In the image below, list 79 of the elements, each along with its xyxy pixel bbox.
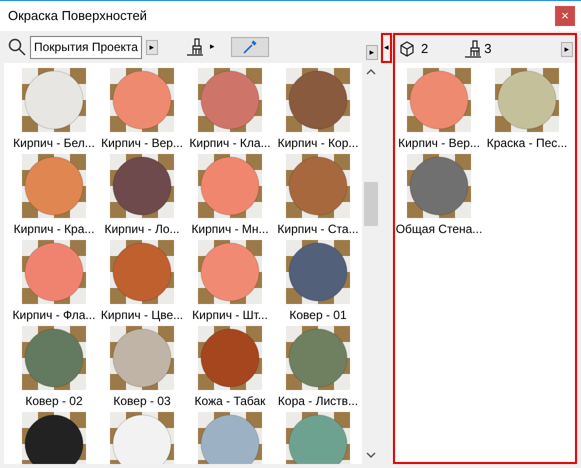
scroll-right-button[interactable]: ▸ (366, 44, 378, 60)
material-preview (110, 412, 174, 464)
material-label: Общая Стена... (396, 221, 482, 237)
material-tile[interactable]: Кирпич - Ста... (274, 154, 362, 237)
material-tile[interactable]: Кирпич - Мн... (186, 154, 274, 237)
material-label: Кирпич - Цве... (100, 307, 184, 323)
material-tile[interactable]: Кирпич - Кла... (186, 68, 274, 151)
brush-menu-arrow[interactable]: ▸ (210, 40, 215, 54)
scrollbar-thumb[interactable] (364, 182, 378, 226)
material-preview (286, 326, 350, 390)
material-tile[interactable]: Кирпич - Вер... (395, 68, 483, 151)
scroll-right-button[interactable]: ▸ (561, 42, 573, 56)
material-preview (110, 154, 174, 218)
material-preview (407, 154, 471, 218)
material-tile[interactable]: Кирпич - Цве... (98, 240, 186, 323)
cube-icon (399, 41, 415, 57)
material-preview (286, 154, 350, 218)
material-label: Ковер - 01 (289, 307, 347, 323)
material-preview (286, 68, 350, 132)
material-tile[interactable]: Ковер - 01 (274, 240, 362, 323)
material-preview (22, 326, 86, 390)
scroll-up-icon[interactable] (366, 69, 376, 75)
eyedropper-button[interactable] (231, 37, 269, 57)
material-preview (110, 68, 174, 132)
scroll-down-icon[interactable] (366, 452, 376, 458)
brush-icon (464, 40, 482, 58)
material-tile[interactable]: Кирпич - Ло... (98, 154, 186, 237)
material-preview (286, 240, 350, 304)
material-tile[interactable]: Кирпич - Бел... (10, 68, 98, 151)
material-preview (22, 240, 86, 304)
material-tile[interactable]: Общая Стена... (395, 154, 483, 237)
material-preview (22, 154, 86, 218)
material-tile[interactable]: Краска - Пес... (483, 68, 571, 151)
material-preview (22, 412, 86, 464)
material-preview (286, 412, 350, 464)
material-tile[interactable]: Ковер - 02 (10, 326, 98, 409)
material-tile[interactable]: Кирпич - Вер... (98, 68, 186, 151)
material-preview (110, 326, 174, 390)
material-preview (198, 240, 262, 304)
material-preview (198, 326, 262, 390)
material-label: Кирпич - Бел... (13, 135, 95, 151)
material-label: Краска - Пес... (486, 135, 568, 151)
material-label: Ковер - 03 (113, 393, 171, 409)
material-tile[interactable]: Кирпич - Фла... (10, 240, 98, 323)
material-tile[interactable]: Кирпич - Шт... (186, 240, 274, 323)
material-preview (198, 412, 262, 464)
material-label: Кирпич - Фла... (12, 307, 96, 323)
dropdown-arrow-button[interactable]: ▸ (146, 40, 158, 54)
eyedropper-icon (243, 40, 257, 54)
search-field[interactable]: Покрытия Проекта (30, 36, 142, 58)
material-label: Кирпич - Ста... (277, 221, 359, 237)
material-tile[interactable]: Кора - Листв... (274, 326, 362, 409)
material-label: Кожа - Табак (194, 393, 266, 409)
material-preview (22, 68, 86, 132)
material-preview (407, 68, 471, 132)
window-title: Окраска Поверхностей (8, 7, 147, 26)
material-preview (495, 68, 559, 132)
material-label: Кирпич - Вер... (101, 135, 183, 151)
paint-count: 3 (484, 40, 492, 58)
material-label: Кирпич - Ло... (104, 221, 180, 237)
material-label: Кирпич - Кра... (14, 221, 94, 237)
material-label: Кирпич - Мн... (191, 221, 269, 237)
material-label: Кирпич - Вер... (398, 135, 480, 151)
material-label: Ковер - 02 (25, 393, 83, 409)
material-preview (198, 154, 262, 218)
material-preview (198, 68, 262, 132)
material-label: Кирпич - Шт... (192, 307, 268, 323)
objects-count: 2 (421, 40, 428, 58)
material-preview (110, 240, 174, 304)
material-label: Кирпич - Кла... (189, 135, 271, 151)
material-tile[interactable]: Кирпич - Кор... (274, 68, 362, 151)
material-tile[interactable]: Кирпич - Кра... (10, 154, 98, 237)
close-button[interactable]: × (555, 6, 575, 26)
material-label: Кирпич - Кор... (278, 135, 358, 151)
search-icon[interactable] (8, 38, 26, 56)
brush-icon (186, 38, 204, 56)
material-label: Кора - Листв... (278, 393, 358, 409)
material-tile[interactable]: Кожа - Табак (186, 326, 274, 409)
material-tile[interactable]: Ковер - 03 (98, 326, 186, 409)
